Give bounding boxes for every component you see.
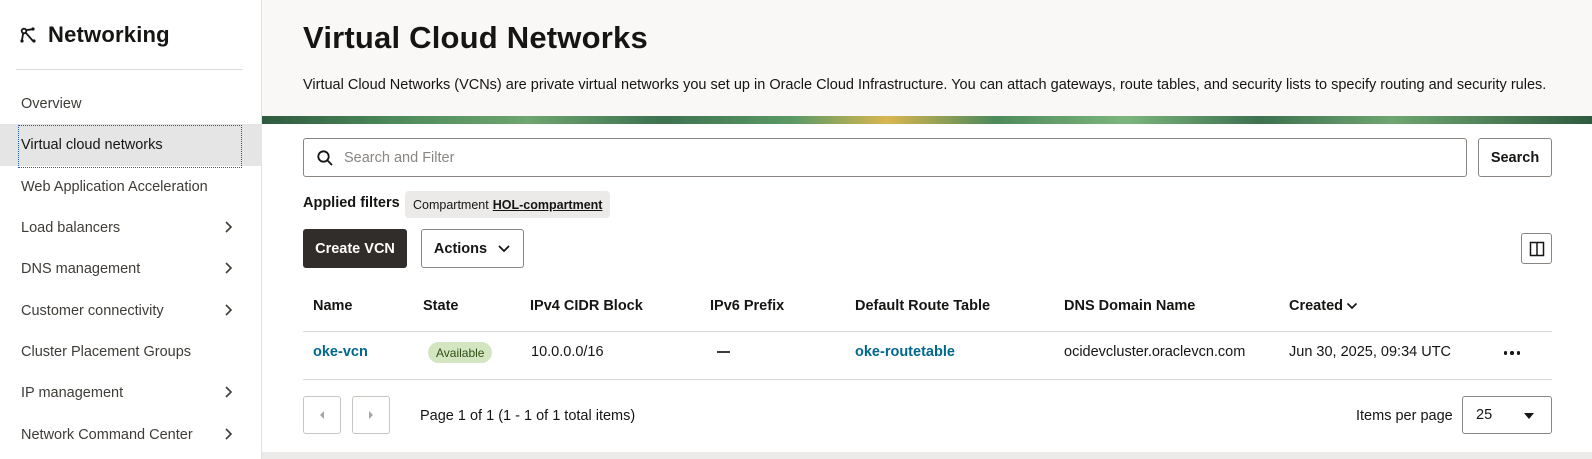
actions-button[interactable]: Actions xyxy=(421,229,524,268)
created-date: Jun 30, 2025, 09:34 UTC xyxy=(1289,344,1452,360)
sidebar-header: Networking xyxy=(18,20,170,50)
column-header-state[interactable]: State xyxy=(423,298,458,314)
sidebar-item-label: IP management xyxy=(21,385,124,401)
sidebar-item-label: Network Command Center xyxy=(21,427,193,443)
focus-ring xyxy=(18,125,242,168)
column-header-dns[interactable]: DNS Domain Name xyxy=(1064,298,1195,314)
search-field[interactable] xyxy=(303,138,1467,177)
column-header-route-table[interactable]: Default Route Table xyxy=(855,298,990,314)
items-per-page-value: 25 xyxy=(1476,407,1493,423)
search-input[interactable] xyxy=(344,149,1444,166)
vcn-name-link[interactable]: oke-vcn xyxy=(313,344,368,360)
chevron-down-icon xyxy=(498,244,510,252)
table-row-divider xyxy=(303,379,1552,380)
items-per-page-select[interactable]: 25 xyxy=(1462,396,1552,434)
sidebar-item-ip-management[interactable]: IP management xyxy=(0,372,262,414)
sidebar-item-dns-management[interactable]: DNS management xyxy=(0,248,262,290)
filter-chip-compartment[interactable]: Compartment HOL-compartment xyxy=(405,191,611,218)
main-content: Virtual Cloud Networks Virtual Cloud Net… xyxy=(262,0,1592,459)
row-actions-menu-icon[interactable] xyxy=(1501,344,1523,362)
page-header: Virtual Cloud Networks Virtual Cloud Net… xyxy=(262,0,1592,116)
sidebar-item-web-application-acceleration[interactable]: Web Application Acceleration xyxy=(0,166,262,208)
applied-filters-label: Applied filters xyxy=(303,195,400,211)
bottom-decorative-stripe xyxy=(262,452,1592,459)
caret-right-icon xyxy=(369,411,373,419)
sidebar: Networking Overview Virtual cloud networ… xyxy=(0,0,262,459)
page-title: Virtual Cloud Networks xyxy=(303,20,648,55)
ipv6-empty-dash xyxy=(717,351,730,353)
sidebar-item-label: DNS management xyxy=(21,261,141,277)
caret-down-icon xyxy=(1524,413,1534,419)
chevron-right-icon xyxy=(225,262,233,274)
sort-descending-icon[interactable] xyxy=(1346,301,1358,311)
page-description: Virtual Cloud Networks (VCNs) are privat… xyxy=(303,77,1547,93)
status-badge: Available xyxy=(428,342,493,363)
previous-page-button[interactable] xyxy=(303,396,341,434)
chevron-right-icon xyxy=(225,386,233,398)
network-icon xyxy=(20,27,36,43)
create-vcn-button[interactable]: Create VCN xyxy=(303,229,407,268)
column-header-ipv6[interactable]: IPv6 Prefix xyxy=(710,298,784,314)
chevron-right-icon xyxy=(225,304,233,316)
sidebar-item-label: Overview xyxy=(21,96,82,112)
filter-chip-value[interactable]: HOL-compartment xyxy=(493,198,603,212)
decorative-banner xyxy=(262,116,1592,124)
chevron-right-icon xyxy=(225,221,233,233)
sidebar-item-cluster-placement-groups[interactable]: Cluster Placement Groups xyxy=(0,331,262,373)
sidebar-title: Networking xyxy=(48,22,170,47)
sidebar-item-overview[interactable]: Overview xyxy=(0,83,262,125)
sidebar-item-virtual-cloud-networks[interactable]: Virtual cloud networks xyxy=(0,124,262,168)
sidebar-item-label: Web Application Acceleration xyxy=(21,179,208,195)
chevron-right-icon xyxy=(225,428,233,440)
dns-domain-name: ocidevcluster.oraclevcn.com xyxy=(1064,344,1246,360)
caret-left-icon xyxy=(320,411,324,419)
table-header-divider xyxy=(303,331,1552,332)
sidebar-item-label: Cluster Placement Groups xyxy=(21,344,192,360)
sidebar-item-customer-connectivity[interactable]: Customer connectivity xyxy=(0,290,262,332)
sidebar-item-load-balancers[interactable]: Load balancers xyxy=(0,207,262,249)
filter-chip-key: Compartment xyxy=(413,197,489,212)
sidebar-item-network-command-center[interactable]: Network Command Center xyxy=(0,414,262,456)
sidebar-item-label: Load balancers xyxy=(21,220,121,236)
search-icon xyxy=(317,149,333,166)
pagination-summary: Page 1 of 1 (1 - 1 of 1 total items) xyxy=(420,408,636,424)
items-per-page-label: Items per page xyxy=(1356,408,1453,424)
column-settings-button[interactable] xyxy=(1521,233,1552,264)
column-header-name[interactable]: Name xyxy=(313,298,353,314)
search-button[interactable]: Search xyxy=(1478,138,1552,177)
column-header-ipv4[interactable]: IPv4 CIDR Block xyxy=(530,298,643,314)
sidebar-divider xyxy=(16,69,243,70)
sidebar-item-label: Customer connectivity xyxy=(21,303,164,319)
next-page-button[interactable] xyxy=(352,396,390,434)
route-table-link[interactable]: oke-routetable xyxy=(855,344,955,360)
columns-icon xyxy=(1529,241,1544,256)
column-header-created[interactable]: Created xyxy=(1289,298,1343,314)
ipv4-cidr: 10.0.0.0/16 xyxy=(531,344,604,360)
actions-label: Actions xyxy=(433,240,488,257)
